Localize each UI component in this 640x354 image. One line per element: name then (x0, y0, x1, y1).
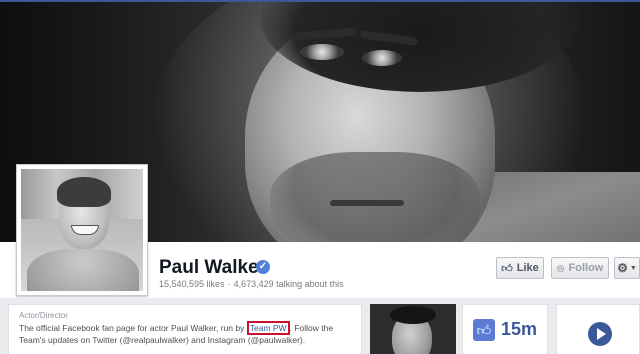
cover-eye-left (300, 44, 344, 60)
profile-hair (57, 177, 111, 207)
about-box: Actor/Director The official Facebook fan… (8, 304, 362, 354)
cover-mouth (330, 200, 404, 206)
cover-eye-right (362, 50, 402, 66)
talking-about-stat[interactable]: 4,673,429 talking about this (234, 279, 344, 289)
play-icon (588, 322, 612, 346)
videos-card[interactable] (556, 304, 640, 354)
page-category[interactable]: Actor/Director (19, 311, 351, 320)
page-title[interactable]: Paul Walker (159, 257, 266, 279)
follow-button-label: Follow (568, 262, 604, 274)
page-stats: 15,540,595 likes · 4,673,429 talking about… (159, 279, 344, 289)
follow-button[interactable]: ◎ Follow (551, 257, 609, 279)
profile-body (27, 249, 139, 291)
about-text-start: The official Facebook fan page for actor… (19, 323, 247, 333)
caret-down-icon: ▼ (629, 264, 637, 272)
likes-stat[interactable]: 15,540,595 likes (159, 279, 225, 289)
photos-card[interactable] (370, 304, 456, 354)
photos-card-hair (390, 306, 436, 324)
stats-separator: · (227, 279, 231, 289)
thumbs-up-icon: 👍︎ (501, 262, 513, 275)
profile-photo (21, 169, 143, 291)
like-button-label: Like (516, 262, 539, 274)
verified-check-icon: ✓ (256, 260, 270, 274)
like-button[interactable]: 👍︎ Like (496, 257, 544, 279)
about-description: The official Facebook fan page for actor… (19, 321, 351, 346)
likes-count: 15m (500, 319, 538, 339)
gear-icon: ⚙ (617, 261, 628, 275)
team-pw-link[interactable]: Team PW (246, 321, 290, 335)
profile-picture[interactable] (16, 164, 148, 296)
cover-beard (270, 152, 480, 242)
thumbs-up-icon: 👍︎ (472, 318, 495, 341)
likes-card[interactable]: 👍︎ 15m (462, 304, 548, 354)
settings-menu-button[interactable]: ⚙ ▼ (614, 257, 640, 279)
rss-icon: ◎ (556, 262, 565, 273)
